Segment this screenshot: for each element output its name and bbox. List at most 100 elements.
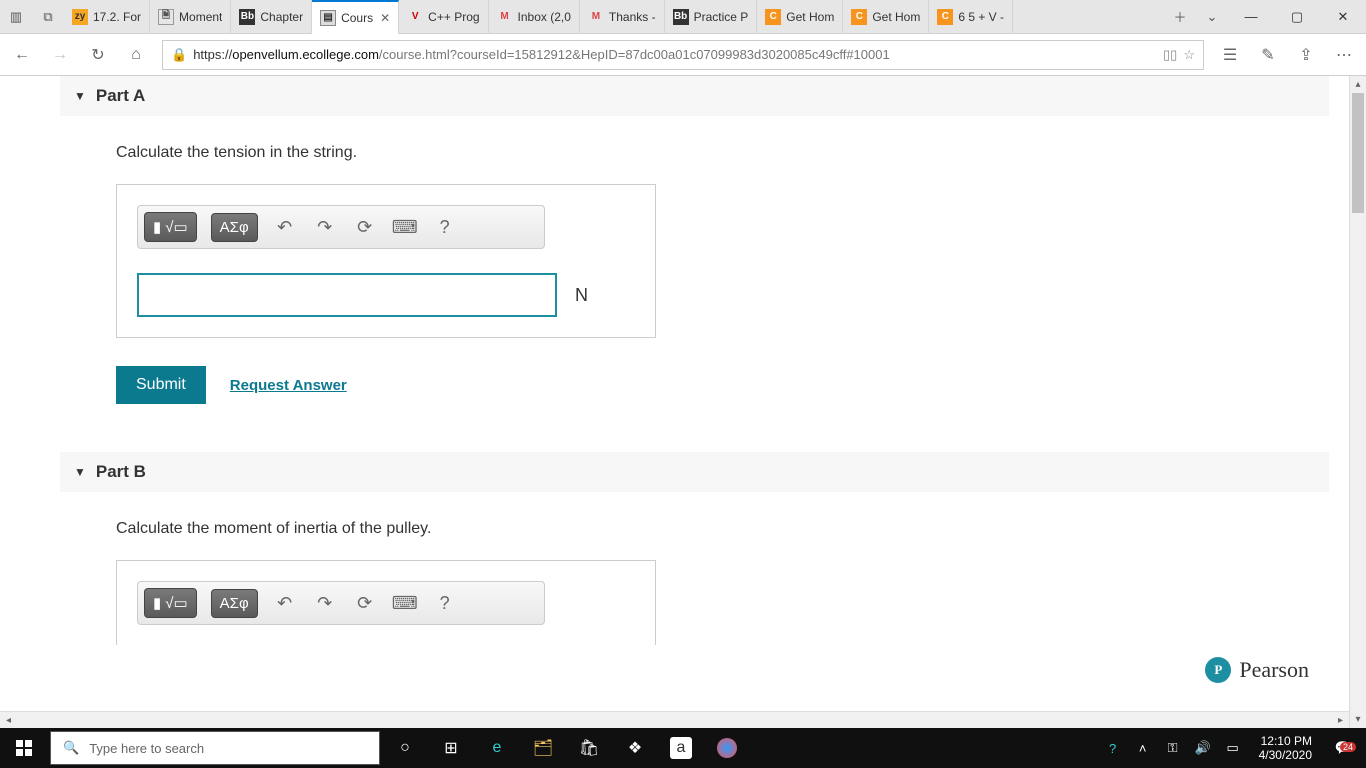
part-a-header[interactable]: ▼ Part A: [60, 76, 1329, 116]
reset-button[interactable]: ⟳: [352, 593, 378, 614]
scroll-right-icon[interactable]: ▸: [1332, 712, 1349, 728]
tab-2[interactable]: BbChapter: [231, 0, 312, 34]
request-answer-link[interactable]: Request Answer: [230, 377, 347, 394]
scroll-down-icon[interactable]: ▾: [1350, 711, 1366, 728]
tab-label: Moment: [179, 10, 222, 24]
amazon-icon[interactable]: a: [670, 737, 692, 759]
tab-actions-icon[interactable]: ▥: [0, 0, 32, 34]
url-host: openvellum.ecollege.com: [232, 47, 379, 62]
blackboard-icon: Bb: [673, 9, 689, 25]
start-button[interactable]: [0, 728, 48, 768]
chevron-up-icon[interactable]: ˄: [1131, 741, 1155, 756]
tab-4[interactable]: VC++ Prog: [399, 0, 488, 34]
tab-label: Inbox (2,0: [518, 10, 571, 24]
address-bar[interactable]: 🔒 https://openvellum.ecollege.com/course…: [162, 40, 1204, 70]
store-icon[interactable]: 🛍: [566, 728, 612, 768]
scroll-left-icon[interactable]: ◂: [0, 712, 17, 728]
chegg-icon: C: [937, 9, 953, 25]
volume-icon[interactable]: 🔊: [1191, 740, 1215, 756]
page-viewport: ▼ Part A Calculate the tension in the st…: [0, 76, 1366, 728]
part-a-title: Part A: [96, 86, 145, 106]
dropbox-icon[interactable]: ❖: [612, 728, 658, 768]
favorite-star-icon[interactable]: ☆: [1183, 47, 1195, 63]
symbols-button[interactable]: ΑΣφ: [211, 589, 258, 618]
templates-button[interactable]: ▮√▭: [144, 588, 197, 618]
horizontal-scrollbar[interactable]: ◂ ▸: [0, 711, 1349, 728]
scroll-htrack[interactable]: [17, 712, 1332, 728]
vertical-scrollbar[interactable]: ▴ ▾: [1349, 76, 1366, 728]
refresh-button[interactable]: ↻: [80, 37, 116, 73]
battery-icon[interactable]: ▭: [1221, 740, 1245, 756]
url-text: https://openvellum.ecollege.com/course.h…: [193, 47, 1157, 62]
minimize-button[interactable]: ―: [1228, 0, 1274, 34]
keyboard-button[interactable]: ⌨: [392, 593, 418, 614]
tab-label: 6 5 + V -: [958, 10, 1004, 24]
submit-button[interactable]: Submit: [116, 366, 206, 404]
part-a-question: Calculate the tension in the string.: [60, 116, 1349, 184]
firefox-icon[interactable]: [704, 728, 750, 768]
tab-label: Chapter: [260, 10, 303, 24]
tab-0[interactable]: zy17.2. For: [64, 0, 150, 34]
redo-button[interactable]: ↷: [312, 217, 338, 238]
tab-5[interactable]: M Inbox (2,0: [489, 0, 580, 34]
fraction-icon: ▮: [153, 218, 161, 236]
redo-button[interactable]: ↷: [312, 593, 338, 614]
tab-3-active[interactable]: ▤ Cours ✕: [312, 0, 399, 34]
templates-button[interactable]: ▮√▭: [144, 212, 197, 242]
back-button[interactable]: ←: [4, 37, 40, 73]
notes-icon[interactable]: ✎: [1250, 37, 1286, 73]
answer-input[interactable]: [137, 273, 557, 317]
tab-8[interactable]: CGet Hom: [757, 0, 843, 34]
share-icon[interactable]: ⇪: [1288, 37, 1324, 73]
v-icon: V: [407, 9, 423, 25]
equation-toolbar: ▮√▭ ΑΣφ ↶ ↷ ⟳ ⌨ ?: [137, 205, 545, 249]
forward-button[interactable]: →: [42, 37, 78, 73]
taskbar-search[interactable]: 🔍 Type here to search: [50, 731, 380, 765]
tab-7[interactable]: Bb Practice P: [665, 0, 758, 34]
more-icon[interactable]: ⋯: [1326, 37, 1362, 73]
wifi-icon[interactable]: ⚿: [1161, 740, 1185, 756]
part-b-header[interactable]: ▼ Part B: [60, 452, 1329, 492]
edge-icon[interactable]: e: [474, 728, 520, 768]
reading-view-icon[interactable]: ▯▯: [1163, 47, 1177, 63]
browser-tab-strip: ▥ ⧉ zy17.2. For 🗎Moment BbChapter ▤Cours…: [0, 0, 1366, 34]
favorites-list-icon[interactable]: ☰: [1212, 37, 1248, 73]
chegg-icon: C: [765, 9, 781, 25]
scroll-track[interactable]: [1350, 93, 1366, 711]
gmail-icon: M: [497, 9, 513, 25]
maximize-button[interactable]: ▢: [1274, 0, 1320, 34]
pearson-text: Pearson: [1239, 657, 1309, 683]
close-icon[interactable]: ✕: [380, 11, 390, 25]
tab-1[interactable]: 🗎Moment: [150, 0, 231, 34]
tab-preview-icon[interactable]: ⧉: [32, 0, 64, 34]
tab-scroll-button[interactable]: ⌄: [1196, 0, 1228, 34]
action-center-icon[interactable]: 💬24: [1326, 740, 1360, 756]
file-explorer-icon[interactable]: 🗂: [520, 728, 566, 768]
pearson-logo-icon: P: [1205, 657, 1231, 683]
tab-label: Cours: [341, 11, 373, 25]
tab-10[interactable]: C 6 5 + V -: [929, 0, 1013, 34]
undo-button[interactable]: ↶: [272, 593, 298, 614]
taskbar-clock[interactable]: 12:10 PM 4/30/2020: [1251, 734, 1320, 762]
scroll-thumb[interactable]: [1352, 93, 1364, 213]
reset-button[interactable]: ⟳: [352, 217, 378, 238]
symbols-button[interactable]: ΑΣφ: [211, 213, 258, 242]
new-tab-button[interactable]: ＋: [1164, 0, 1196, 34]
tab-6[interactable]: MThanks -: [580, 0, 665, 34]
gmail-icon: M: [588, 9, 604, 25]
close-window-button[interactable]: ✕: [1320, 0, 1366, 34]
cortana-icon[interactable]: ○: [382, 728, 428, 768]
keyboard-button[interactable]: ⌨: [392, 217, 418, 238]
course-icon: ▤: [320, 10, 336, 26]
part-b-title: Part B: [96, 462, 146, 482]
undo-button[interactable]: ↶: [272, 217, 298, 238]
help-tray-icon[interactable]: ?: [1101, 741, 1125, 756]
tab-9[interactable]: CGet Hom: [843, 0, 929, 34]
help-button[interactable]: ?: [432, 217, 458, 238]
tab-label: Practice P: [694, 10, 749, 24]
help-button[interactable]: ?: [432, 593, 458, 614]
part-a-answer-box: ▮√▭ ΑΣφ ↶ ↷ ⟳ ⌨ ? N: [116, 184, 656, 338]
scroll-up-icon[interactable]: ▴: [1350, 76, 1366, 93]
task-view-icon[interactable]: ⊞: [428, 728, 474, 768]
home-button[interactable]: ⌂: [118, 37, 154, 73]
